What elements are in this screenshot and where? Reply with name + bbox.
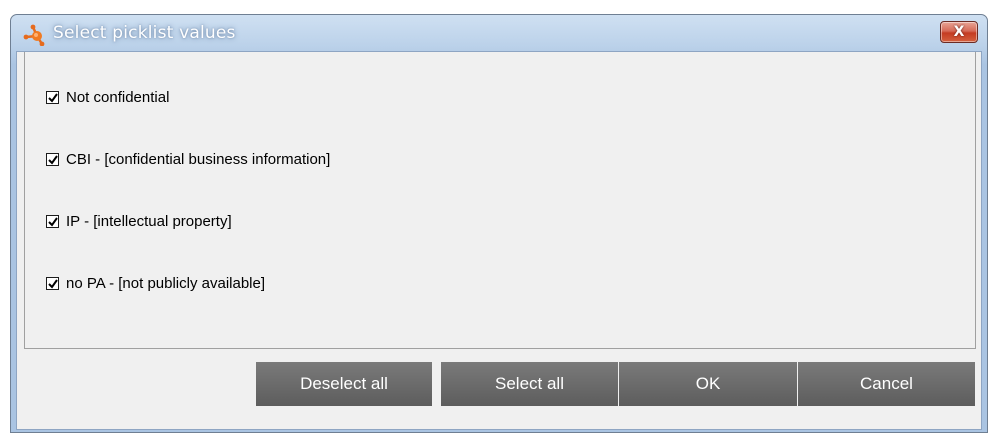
deselect-all-button[interactable]: Deselect all <box>256 362 432 406</box>
cancel-button[interactable]: Cancel <box>798 362 975 406</box>
option-cbi[interactable]: CBI - [confidential business information… <box>46 149 330 169</box>
checkbox[interactable] <box>46 90 59 104</box>
checkmark-icon <box>48 216 58 227</box>
option-label: IP - [intellectual property] <box>66 212 232 230</box>
window-title: Select picklist values <box>53 23 236 43</box>
option-not-confidential[interactable]: Not confidential <box>46 87 169 107</box>
option-label: CBI - [confidential business information… <box>66 150 331 168</box>
title-bar[interactable]: Select picklist values X <box>11 15 987 51</box>
app-logo-icon <box>23 24 49 47</box>
picklist-dialog: Select picklist values X Not confidentia… <box>10 14 988 433</box>
option-no-pa[interactable]: no PA - [not publicly available] <box>46 273 265 293</box>
checkmark-icon <box>48 278 58 289</box>
dialog-content: Not confidential CBI - [confidential bus… <box>16 51 982 430</box>
ok-button[interactable]: OK <box>619 362 797 406</box>
close-button[interactable]: X <box>940 21 978 43</box>
option-ip[interactable]: IP - [intellectual property] <box>46 211 232 231</box>
checkmark-icon <box>48 154 58 165</box>
checkbox[interactable] <box>46 152 59 166</box>
close-icon: X <box>953 24 965 40</box>
option-label: no PA - [not publicly available] <box>66 274 266 292</box>
option-label: Not confidential <box>66 88 170 106</box>
checkbox[interactable] <box>46 276 59 290</box>
select-all-button[interactable]: Select all <box>441 362 618 406</box>
checkmark-icon <box>48 92 58 103</box>
checkbox[interactable] <box>46 214 59 228</box>
picklist-panel: Not confidential CBI - [confidential bus… <box>24 52 976 349</box>
